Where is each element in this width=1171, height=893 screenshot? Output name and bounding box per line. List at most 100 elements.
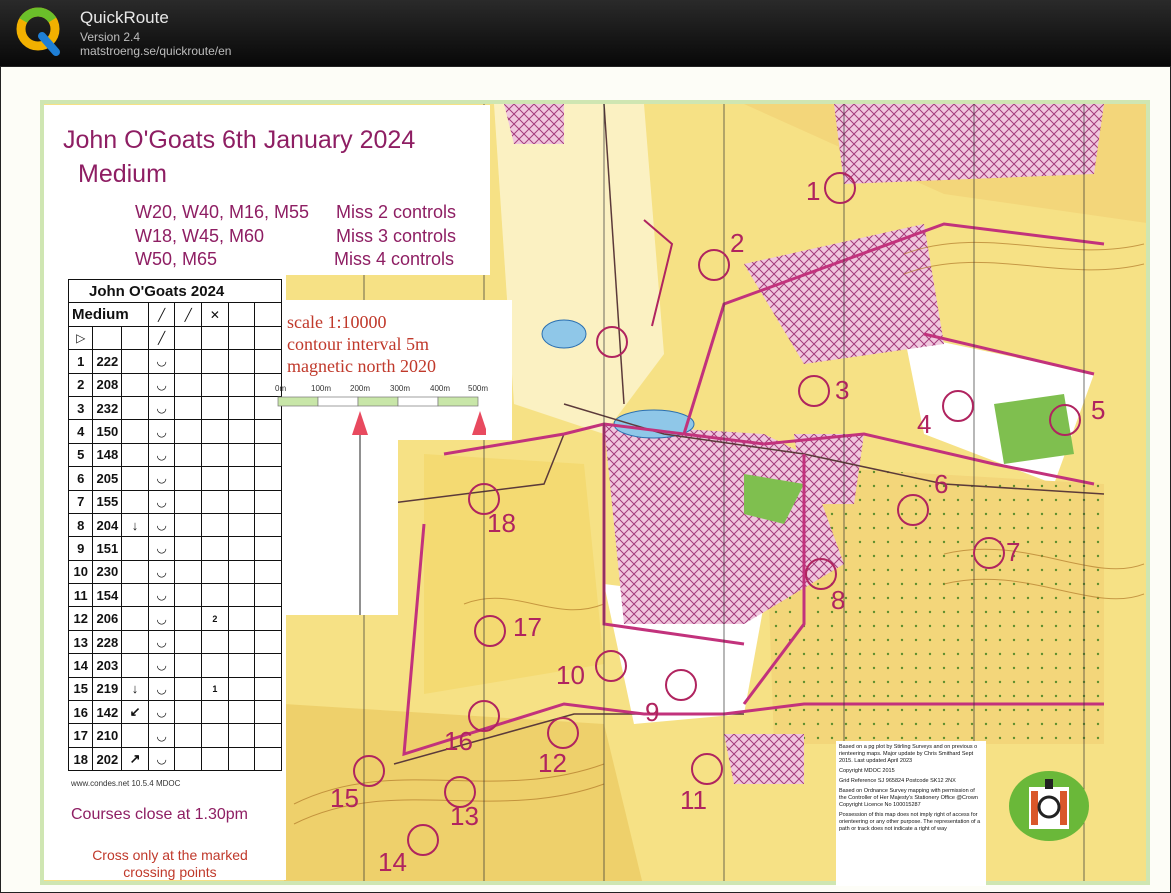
location-symbol [227,629,256,655]
north-arrow-icon [472,411,486,435]
scale-bar [277,396,486,615]
control-sequence: 14 [67,653,94,678]
control-sequence: 15 [67,676,94,702]
control-sequence: 12 [67,606,94,631]
table-row: 1 222 ◡ [67,349,282,374]
control-code: 208 [92,372,123,397]
control-sequence: 8 [67,512,94,538]
slope-icon: ╱ [147,325,176,351]
scale-label-500: 500m [468,384,489,393]
direction-indicator [121,559,149,585]
crossing-notice-line2: crossing points [123,864,217,880]
control-number-14: 14 [378,847,407,877]
control-number-16: 16 [444,726,473,756]
other-info [254,700,282,725]
control-code: 204 [92,512,123,538]
other-info [254,676,282,702]
dimension-value [201,700,229,725]
dimension-value [201,629,229,655]
table-row: 5 148 ◡ [67,442,282,468]
control-sequence: 6 [67,466,94,491]
direction-indicator: ↗ [121,746,149,772]
control-number-18: 18 [487,508,516,538]
feature-symbol-icon: ◡ [147,653,176,678]
direction-indicator [121,583,149,608]
class-group-3: W50, M65 [135,249,218,269]
control-number-5: 5 [1091,395,1106,425]
table-row: 4 150 ◡ [67,419,282,444]
credits-copyright: Copyright MDOC 2015 [839,768,895,774]
table-row: 2 208 ◡ [67,372,282,397]
table-row: 3 232 ◡ [67,395,282,421]
credits-access-notice: Possession of this map does not imply ri… [839,812,981,832]
appearance-symbol [174,606,203,631]
control-code: 222 [92,349,123,374]
class-rule-2: Miss 3 controls [336,226,457,246]
location-symbol [227,512,256,538]
other-info [254,723,282,748]
scale-info: scale 1:10000 contour interval 5m magnet… [287,311,436,377]
class-rule-3: Miss 4 controls [334,249,455,269]
control-descriptions: John O'Goats 2024 Medium ╱ ╱ ✕ ▷ ╱ 1 222 ◡… [67,278,282,772]
feature-symbol-icon: ◡ [147,349,176,374]
dimension-value: 1 [201,676,229,702]
control-number-6: 6 [934,469,949,499]
control-sequence: 17 [67,723,94,748]
control-number-12: 12 [538,748,567,778]
feature-symbol-icon: ◡ [147,700,176,725]
table-row: 12 206 ◡ 2 [67,606,282,631]
appearance-symbol [174,372,203,397]
appearance-symbol [174,653,203,678]
direction-indicator [121,349,149,374]
direction-indicator [121,466,149,491]
control-code: 230 [92,559,123,585]
table-row: 6 205 ◡ [67,466,282,491]
appearance-symbol [174,466,203,491]
scale-label-200: 200m [350,384,371,393]
control-sequence: 7 [67,489,94,514]
dimension-value [201,723,229,748]
table-row: 15 219 ↓ ◡ 1 [67,676,282,702]
dimension-value [201,559,229,585]
north-arrow-icon [352,411,368,435]
location-symbol [227,653,256,678]
class-group-1: W20, W40, M16, M55 [135,202,310,222]
direction-indicator [121,395,149,421]
control-number-15: 15 [330,783,359,813]
control-number-2: 2 [730,228,745,258]
start-triangle-icon: ▷ [67,325,94,351]
feature-symbol-icon: ◡ [147,372,176,397]
other-info [254,349,282,374]
control-sequence: 1 [67,349,94,374]
crossing-notice: Cross only at the marked crossing points [90,847,250,881]
control-sequence: 13 [67,629,94,655]
dimension-value [201,489,229,514]
software-footnote: www.condes.net 10.5.4 MDOC [71,779,181,788]
direction-indicator [121,536,149,561]
location-symbol [227,606,256,631]
location-symbol [227,536,256,561]
dimension-value [201,419,229,444]
table-row: 16 142 ↙ ◡ [67,700,282,725]
credits-os-licence: Based on Ordnance Survey mapping with pe… [839,788,978,808]
control-code: 148 [92,442,123,468]
control-number-9: 9 [645,697,660,727]
control-code: 210 [92,723,123,748]
direction-indicator: ↓ [121,676,149,702]
control-sequence: 2 [67,372,94,397]
appearance-symbol [174,629,203,655]
control-code: 151 [92,536,123,561]
direction-indicator [121,606,149,631]
app-url[interactable]: matstroeng.se/quickroute/en [80,44,231,58]
table-row: 11 154 ◡ [67,583,282,608]
cross-icon: ✕ [201,302,229,327]
feature-symbol-icon: ◡ [147,512,176,538]
appearance-symbol [174,489,203,514]
appearance-symbol [174,536,203,561]
class-rule-1: Miss 2 controls [336,202,457,222]
location-symbol [227,466,256,491]
dimension-value [201,512,229,538]
feature-symbol-icon: ◡ [147,746,176,772]
control-code: 142 [92,700,123,725]
direction-indicator [121,489,149,514]
